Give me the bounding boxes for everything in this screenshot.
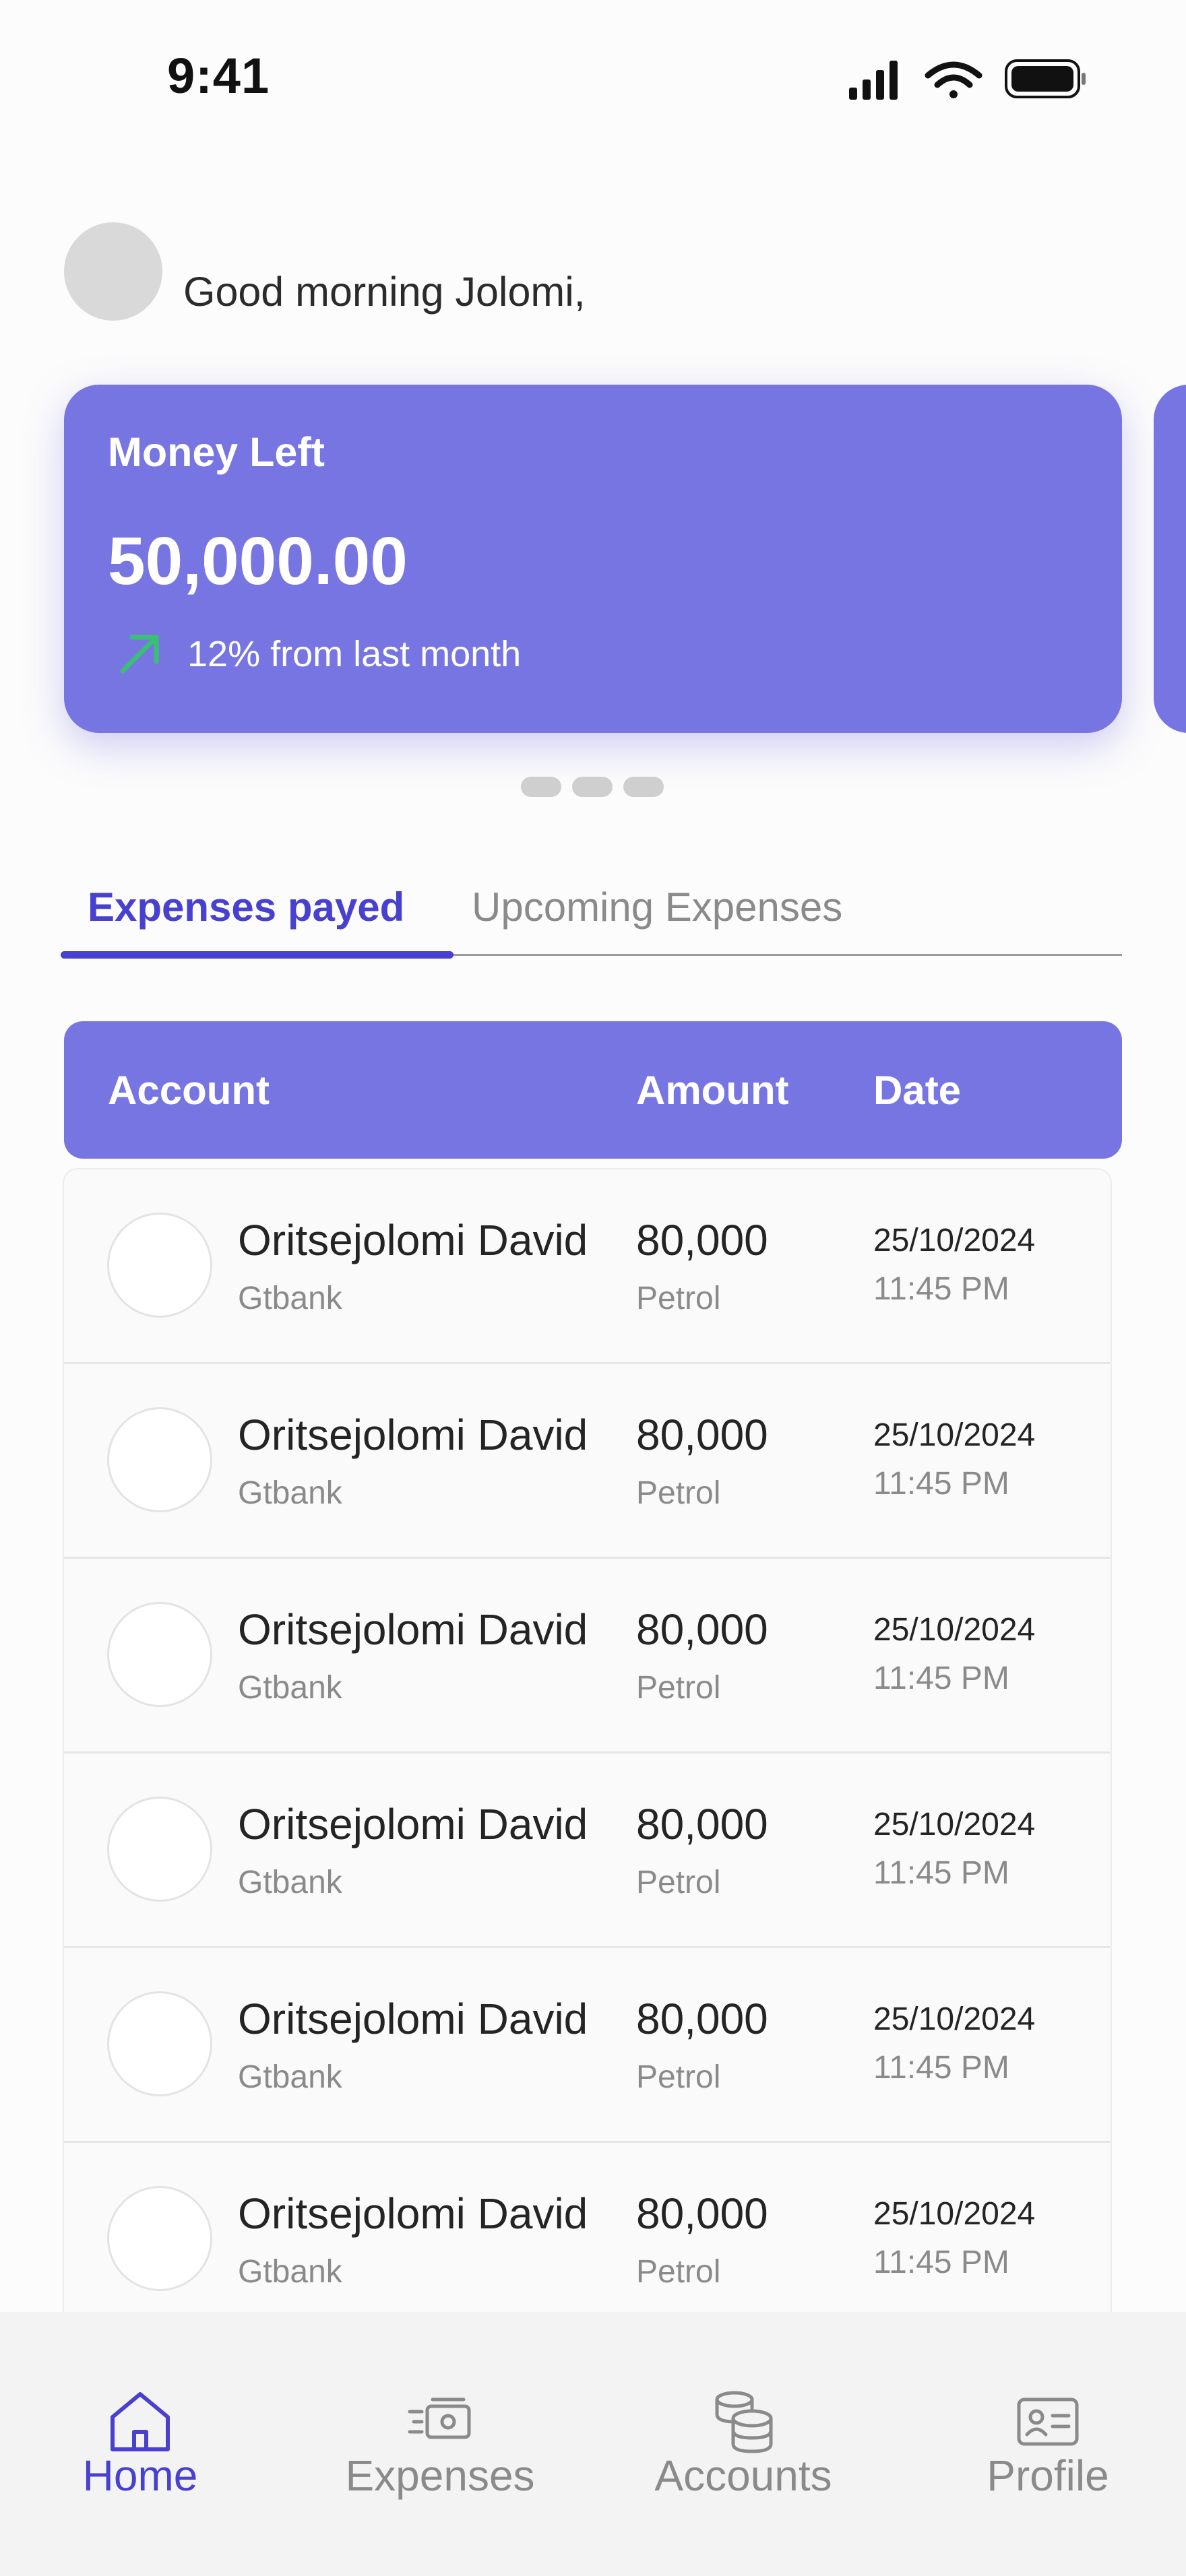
expense-time: 11:45 PM [873,1466,1009,1502]
expense-date: 25/10/2024 [873,1223,1036,1258]
expense-time: 11:45 PM [873,1661,1009,1696]
account-avatar [107,1407,212,1512]
home-icon [111,2392,170,2451]
account-name: Oritsejolomi David [238,1800,588,1848]
nav-item-expenses[interactable]: Expenses [323,2312,557,2576]
bottom-nav: Home Expenses Accounts Profile [0,2312,1186,2576]
expense-category: Petrol [636,1670,721,1706]
account-avatar [107,1602,212,1707]
wifi-icon [925,61,982,98]
next-card-peek[interactable] [1154,385,1186,733]
table-row[interactable]: Oritsejolomi David Gtbank 80,000 Petrol … [64,1948,1111,2143]
expense-date: 25/10/2024 [873,1807,1036,1842]
table-row[interactable]: Oritsejolomi David Gtbank 80,000 Petrol … [64,2143,1111,2331]
avatar[interactable] [64,222,162,321]
greeting-text: Good morning Jolomi, [183,269,586,315]
expense-category: Petrol [636,2254,721,2290]
carousel-dot-1[interactable] [521,777,561,797]
amount-value: 80,000 [636,2189,768,2238]
nav-item-profile[interactable]: Profile [950,2312,1146,2576]
nav-label-home: Home [82,2451,198,2500]
id-card-icon [1017,2397,1079,2446]
account-avatar [107,1797,212,1902]
tab-upcoming-expenses[interactable]: Upcoming Expenses [472,884,842,930]
status-icons [849,59,1086,100]
expense-date: 25/10/2024 [873,2196,1036,2232]
arrow-up-right-icon [120,635,159,674]
trend-text: 12% from last month [187,634,522,674]
amount-value: 80,000 [636,1216,768,1264]
table-row[interactable]: Oritsejolomi David Gtbank 80,000 Petrol … [64,1559,1111,1753]
carousel-dot-3[interactable] [623,777,664,797]
amount-value: 80,000 [636,1605,768,1654]
nav-item-accounts[interactable]: Accounts [640,2312,846,2576]
table-row[interactable]: Oritsejolomi David Gtbank 80,000 Petrol … [64,1169,1111,1364]
account-name: Oritsejolomi David [238,1605,588,1654]
card-amount: 50,000.00 [108,523,408,599]
account-avatar [107,2186,212,2291]
signal-icon [849,61,898,100]
bank-name: Gtbank [238,2254,342,2290]
battery-icon [1005,59,1086,98]
expense-category: Petrol [636,1281,721,1316]
account-avatar [107,1991,212,2096]
card-title: Money Left [108,429,325,475]
account-name: Oritsejolomi David [238,1995,588,2043]
expense-date: 25/10/2024 [873,1417,1036,1453]
bank-name: Gtbank [238,1475,342,1511]
status-time: 9:41 [167,48,270,104]
amount-value: 80,000 [636,1411,768,1459]
account-name: Oritsejolomi David [238,1216,588,1264]
account-name: Oritsejolomi David [238,1411,588,1459]
amount-value: 80,000 [636,1995,768,2043]
nav-label-accounts: Accounts [654,2451,832,2500]
bank-name: Gtbank [238,1670,342,1706]
amount-value: 80,000 [636,1800,768,1848]
header-account: Account [108,1068,270,1113]
table-row[interactable]: Oritsejolomi David Gtbank 80,000 Petrol … [64,1364,1111,1559]
nav-item-home[interactable]: Home [40,2312,240,2576]
carousel-dot-2[interactable] [572,777,613,797]
bank-name: Gtbank [238,1281,342,1316]
expense-category: Petrol [636,2059,721,2095]
account-name: Oritsejolomi David [238,2189,588,2238]
expense-category: Petrol [636,1865,721,1900]
expense-date: 25/10/2024 [873,1612,1036,1648]
cash-icon [408,2397,471,2439]
header-date: Date [873,1068,962,1113]
account-avatar [107,1213,212,1318]
expense-category: Petrol [636,1475,721,1511]
header-amount: Amount [636,1068,789,1113]
expense-time: 11:45 PM [873,2050,1009,2086]
tab-expenses-payed[interactable]: Expenses payed [88,884,404,930]
expense-date: 25/10/2024 [873,2001,1036,2037]
nav-label-profile: Profile [987,2451,1109,2500]
table-row[interactable]: Oritsejolomi David Gtbank 80,000 Petrol … [64,1753,1111,1948]
expenses-list[interactable]: Oritsejolomi David Gtbank 80,000 Petrol … [64,1169,1111,2331]
nav-label-expenses: Expenses [345,2451,535,2500]
expense-time: 11:45 PM [873,2245,1009,2280]
bank-name: Gtbank [238,2059,342,2095]
bank-name: Gtbank [238,1865,342,1900]
tab-active-indicator [61,951,454,959]
expense-time: 11:45 PM [873,1855,1009,1891]
database-icon [715,2391,773,2453]
expense-time: 11:45 PM [873,1271,1009,1307]
